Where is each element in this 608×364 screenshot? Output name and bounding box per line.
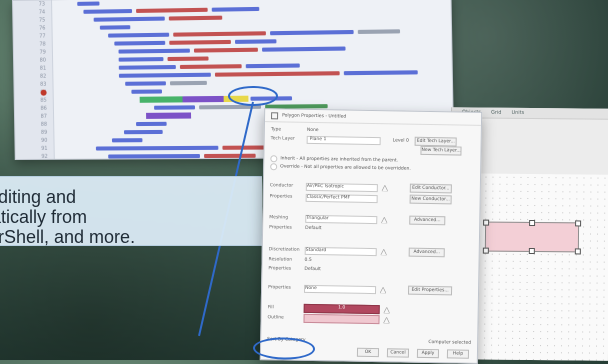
highlight-ellipse-sort <box>252 336 316 361</box>
warning-icon <box>380 248 387 255</box>
edit-properties-button[interactable]: Edit Properties... <box>407 285 453 296</box>
discretization-select[interactable]: Standard <box>304 246 377 256</box>
window-icon <box>271 111 279 119</box>
warning-icon <box>380 286 387 293</box>
caption-line: diting and <box>0 187 77 207</box>
outline-label: Outline <box>267 315 284 321</box>
conductor-label: Conductor <box>269 183 294 189</box>
resize-handle[interactable] <box>575 220 582 227</box>
properties-select[interactable]: Classic/Perfect PMF <box>305 193 378 203</box>
discretization-label: Discretization <box>268 247 300 253</box>
caption-line: rShell, and more. <box>0 227 136 247</box>
advanced-discretization-button[interactable]: Advanced... <box>408 247 445 258</box>
polygon-properties-dialog[interactable]: Polygon Properties - Untitled Type None … <box>252 108 483 364</box>
design-canvas[interactable] <box>459 173 608 361</box>
caption-line: matically from <box>0 207 88 227</box>
resize-handle[interactable] <box>529 219 536 227</box>
apply-button[interactable]: Apply <box>416 348 440 359</box>
meshing-select[interactable]: Triangular <box>305 214 378 224</box>
line-number: 88 <box>40 121 48 128</box>
meshing-properties-label: Properties <box>269 225 292 231</box>
warning-icon <box>381 184 388 191</box>
caption-box: diting and matically from rShell, and mo… <box>0 176 262 247</box>
resize-handle[interactable] <box>528 247 535 255</box>
level-label: Level 0 <box>392 138 409 144</box>
breakpoint-icon[interactable] <box>40 89 47 96</box>
meshing-properties-value: Default <box>305 225 322 232</box>
dialog-titlebar[interactable]: Polygon Properties - Untitled <box>264 109 482 126</box>
line-number: 91 <box>41 145 48 152</box>
ports-label: Properties <box>268 285 291 291</box>
tech-layer-label: Tech Layer <box>270 136 295 142</box>
properties-label: Properties <box>269 194 293 200</box>
help-button[interactable]: Help <box>446 349 470 359</box>
ok-button[interactable]: OK <box>356 347 380 358</box>
meshing-label: Meshing <box>269 215 289 221</box>
discretization-properties-label: Properties <box>268 266 292 272</box>
conductor-select[interactable]: Air/PEC Isotropic <box>305 182 378 192</box>
new-conductor-button[interactable]: New Conductor... <box>409 194 452 205</box>
resolution-value: 0.5 <box>304 257 312 263</box>
computer-selected-text: Computer selected <box>428 340 472 346</box>
outline-color-swatch[interactable] <box>303 313 380 325</box>
fill-color-swatch[interactable]: 1.0 <box>303 303 380 315</box>
override-radio[interactable] <box>270 163 278 171</box>
tab-grid[interactable]: Grid <box>491 110 502 116</box>
fill-label: Fill <box>267 305 274 311</box>
warning-icon <box>383 306 390 313</box>
cancel-button[interactable]: Cancel <box>386 348 410 358</box>
resize-handle[interactable] <box>482 247 489 254</box>
new-tech-layer-button[interactable]: New Tech Layer... <box>420 145 462 156</box>
ports-select[interactable]: None <box>304 284 377 294</box>
edit-conductor-button[interactable]: Edit Conductor... <box>409 183 452 194</box>
discretization-properties-value: Default <box>304 266 321 273</box>
override-text: Override - Not all properties are allowe… <box>280 164 411 172</box>
advanced-meshing-button[interactable]: Advanced... <box>409 215 446 226</box>
type-value: None <box>306 127 319 134</box>
resize-handle[interactable] <box>574 248 581 255</box>
warning-icon <box>381 216 388 223</box>
warning-icon <box>383 316 390 323</box>
line-number: 90 <box>41 137 48 144</box>
line-gutter: 73 74 75 76 77 78 79 80 81 82 83 84 85 8… <box>13 0 55 160</box>
line-number: 92 <box>41 153 48 160</box>
tab-units[interactable]: Units <box>511 110 524 116</box>
dialog-title: Polygon Properties - Untitled <box>282 112 347 120</box>
line-number: 89 <box>40 129 48 136</box>
resolution-label: Resolution <box>268 257 293 263</box>
resize-handle[interactable] <box>483 219 490 226</box>
polygon-shape[interactable] <box>482 219 582 255</box>
type-label: Type <box>270 127 282 133</box>
